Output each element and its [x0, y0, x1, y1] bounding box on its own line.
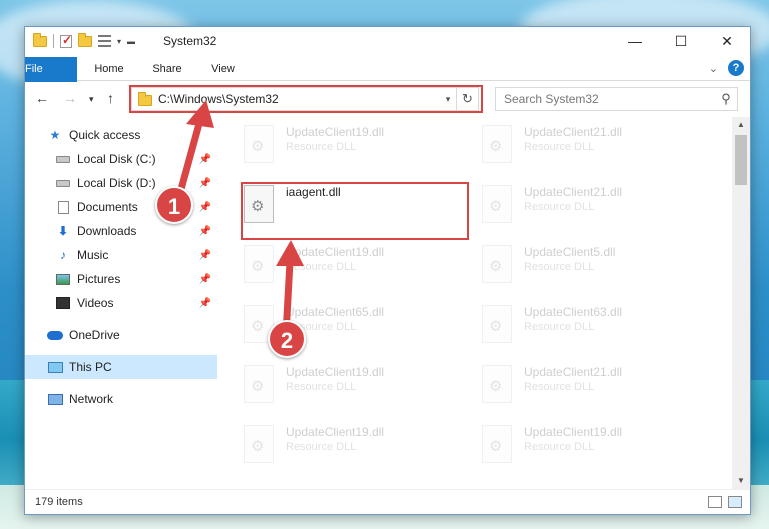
- annotation-arrows: [174, 100, 304, 339]
- arrow-2-head: [276, 240, 304, 266]
- callout-badge-2: 2: [268, 320, 306, 358]
- callout-badge-1: 1: [155, 186, 193, 224]
- arrow-1-head: [186, 100, 214, 128]
